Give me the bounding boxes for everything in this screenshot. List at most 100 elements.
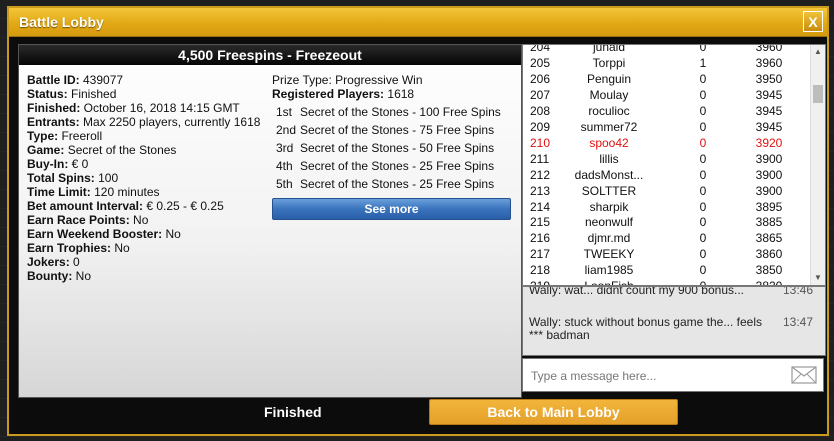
battle-info-label: Buy-In: <box>27 157 69 171</box>
player-name: djmr.md <box>587 231 631 246</box>
player-wins: 0 <box>699 103 707 118</box>
leaderboard-row[interactable]: 215 neonwulf 0 3885 <box>523 214 809 231</box>
close-button[interactable]: X <box>803 11 823 32</box>
chat-message-input[interactable] <box>529 366 783 386</box>
registered-players-label: Registered Players: <box>272 87 385 101</box>
chat-message-time: 13:46 <box>782 286 813 297</box>
prize-rank: 4th <box>276 159 293 173</box>
battle-info-value: Secret of the Stones <box>64 143 177 157</box>
battle-info-value: € 0 <box>68 157 89 171</box>
player-rank: 214 <box>530 199 551 214</box>
leaderboard-row[interactable]: 209 summer72 0 3945 <box>523 119 809 136</box>
leaderboard-row[interactable]: 216 djmr.md 0 3865 <box>523 230 809 247</box>
scrollbar-thumb[interactable] <box>813 85 823 103</box>
battle-info-label: Jokers: <box>27 255 70 269</box>
dialog-title: Battle Lobby <box>19 14 104 30</box>
leaderboard-row[interactable]: 211 lillis 0 3900 <box>523 151 809 168</box>
battle-info-value: No <box>129 213 149 227</box>
player-wins: 0 <box>699 263 707 278</box>
envelope-icon[interactable] <box>791 366 817 384</box>
battle-info-row: Earn Race Points: No <box>27 213 277 227</box>
battle-info-row: Earn Weekend Booster: No <box>27 227 277 241</box>
chat-message: Wally: wat... didnt count my 900 bonus..… <box>529 286 819 297</box>
see-more-button[interactable]: See more <box>272 198 511 220</box>
leaderboard-row[interactable]: 213 SOLTTER 0 3900 <box>523 183 809 200</box>
battle-info-value: No <box>111 241 130 255</box>
leaderboard-row[interactable]: 207 Moulay 0 3945 <box>523 87 809 104</box>
triangle-up-icon[interactable]: ▲ <box>811 45 825 59</box>
player-name: neonwulf <box>584 215 634 230</box>
player-name: liam1985 <box>584 263 634 278</box>
player-rank: 206 <box>530 71 551 86</box>
player-score: 3860 <box>755 247 783 262</box>
prize-type-value: Progressive Win <box>331 73 423 87</box>
player-score: 3865 <box>755 231 783 246</box>
player-name: LoonFish <box>559 278 659 285</box>
battle-info-value: 120 minutes <box>90 185 160 199</box>
leaderboard-row[interactable]: 214 sharpik 0 3895 <box>523 199 809 216</box>
leaderboard-row[interactable]: 208 roculioc 0 3945 <box>523 103 809 120</box>
player-score: 3945 <box>755 87 783 102</box>
player-score: 3960 <box>755 55 783 70</box>
prize-rank: 5th <box>276 177 293 191</box>
chat-message-time: 13:47 <box>782 315 813 329</box>
player-wins: 0 <box>699 199 707 214</box>
battle-details: Battle ID: 439077 Status: Finished Finishe… <box>27 73 277 283</box>
player-rank: 215 <box>530 215 551 230</box>
player-rank: 217 <box>530 247 551 262</box>
leaderboard-row[interactable]: 205 Torppi 1 3960 <box>523 55 809 72</box>
battle-info-row: Entrants: Max 2250 players, currently 16… <box>27 115 277 129</box>
chat-log: Wally: wat... didnt count my 900 bonus..… <box>522 286 826 356</box>
back-to-main-lobby-button[interactable]: Back to Main Lobby <box>429 399 678 425</box>
battle-info-row: Buy-In: € 0 <box>27 157 277 171</box>
player-score: 3920 <box>755 135 783 150</box>
player-wins: 0 <box>699 215 707 230</box>
player-rank: 212 <box>530 167 551 182</box>
player-score: 3900 <box>755 151 783 166</box>
battle-info-label: Earn Trophies: <box>27 241 112 255</box>
battle-info-row: Jokers: 0 <box>27 255 277 269</box>
battle-info-row: Earn Trophies: No <box>27 241 277 255</box>
battle-info-label: Earn Race Points: <box>27 213 130 227</box>
prize-type-row: Prize Type: Progressive Win <box>272 73 517 87</box>
prize-rank: 1st <box>276 105 293 119</box>
leaderboard-row[interactable]: 219 LoonFish 0 3820 <box>523 278 809 285</box>
leaderboard-row[interactable]: 218 liam1985 0 3850 <box>523 262 809 279</box>
leaderboard-row[interactable]: 217 TWEEKY 0 3860 <box>523 246 809 263</box>
player-wins: 0 <box>699 87 707 102</box>
player-name: lillis <box>599 151 619 166</box>
player-rank: 211 <box>530 151 550 166</box>
leaderboard-scrollbar[interactable]: ▲ ▼ <box>810 45 825 285</box>
battle-info-panel: 4,500 Freespins - Freezeout Battle ID: 4… <box>18 44 522 398</box>
battle-info-value: No <box>72 269 92 283</box>
chat-message-text: Wally: wat... didnt count my 900 bonus..… <box>529 286 744 297</box>
leaderboard-row-current-player[interactable]: 210 spoo42 0 3920 <box>523 135 809 152</box>
player-score: 3895 <box>755 199 783 214</box>
battle-info-label: Finished: <box>27 101 81 115</box>
battle-info-value: Finished <box>67 87 117 101</box>
leaderboard-list[interactable]: 204 junald 0 3960 205 Torppi 1 3960 206 Penguin 0 3… <box>522 44 826 286</box>
triangle-down-icon[interactable]: ▼ <box>811 271 825 285</box>
chat-input-box <box>522 358 824 392</box>
battle-info-value: No <box>162 227 181 241</box>
battle-info-value: Freeroll <box>58 129 103 143</box>
battle-info-label: Earn Weekend Booster: <box>27 227 163 241</box>
player-name: sharpik <box>589 199 629 214</box>
battle-info-row: Type: Freeroll <box>27 129 277 143</box>
battle-info-row: Game: Secret of the Stones <box>27 143 277 157</box>
leaderboard-row[interactable]: 206 Penguin 0 3950 <box>523 71 809 88</box>
dialog-titlebar: Battle Lobby X <box>9 8 827 37</box>
leaderboard-row[interactable]: 212 dadsMonst... 0 3900 <box>523 167 809 184</box>
battle-info-label: Battle ID: <box>27 73 80 87</box>
battle-info-row: Bounty: No <box>27 269 277 283</box>
battle-info-row: Time Limit: 120 minutes <box>27 185 277 199</box>
prize-item: 2nd Secret of the Stones - 75 Free Spins <box>272 121 517 139</box>
prize-type-label: Prize Type: <box>272 73 332 87</box>
battle-info-label: Bet amount Interval: <box>27 199 144 213</box>
player-rank: 218 <box>530 263 551 278</box>
battle-info-label: Total Spins: <box>27 171 95 185</box>
player-name: Penguin <box>586 71 632 86</box>
player-wins: 0 <box>699 151 707 166</box>
prize-details: Prize Type: Progressive Win Registered P… <box>272 73 517 193</box>
player-rank: 213 <box>530 183 551 198</box>
